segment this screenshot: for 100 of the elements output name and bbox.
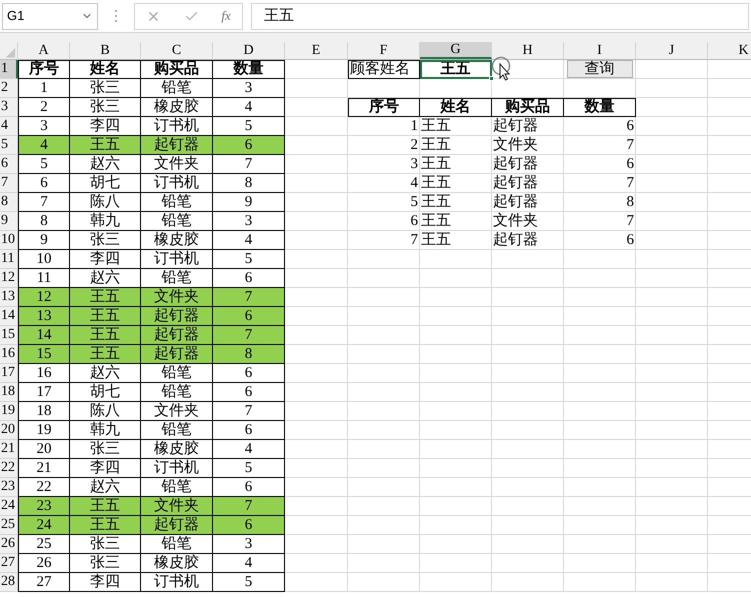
table-cell: 7	[564, 136, 636, 155]
column-header[interactable]: B	[70, 42, 141, 59]
table-cell: 5	[18, 155, 70, 174]
table-cell: 订书机	[141, 573, 213, 592]
row-header[interactable]: 11	[0, 250, 18, 269]
table-cell: 7	[348, 231, 420, 250]
table-cell: 2	[18, 98, 70, 117]
table-cell: 5	[348, 193, 420, 212]
table-cell: 王五	[420, 231, 492, 250]
table-cell: 文件夹	[492, 212, 564, 231]
table-cell: 3	[213, 212, 285, 231]
column-header[interactable]: J	[636, 42, 708, 59]
column-header[interactable]: G	[420, 42, 492, 59]
row-header[interactable]: 10	[0, 231, 18, 250]
table-cell: 橡皮胶	[141, 98, 213, 117]
table-cell: 21	[18, 459, 70, 478]
row-header[interactable]: 24	[0, 497, 18, 516]
table-cell: 购买品	[141, 60, 213, 79]
table-cell: 姓名	[420, 98, 492, 117]
name-box[interactable]: G1	[2, 2, 98, 30]
row-header[interactable]: 2	[0, 79, 18, 98]
table-cell: 张三	[70, 554, 141, 573]
row-header[interactable]: 9	[0, 212, 18, 231]
table-cell: 8	[213, 174, 285, 193]
table-cell: 7	[18, 193, 70, 212]
table-cell: 李四	[70, 573, 141, 592]
row-header[interactable]: 19	[0, 402, 18, 421]
row-header[interactable]: 7	[0, 174, 18, 193]
table-cell: 李四	[70, 459, 141, 478]
query-button[interactable]: 查询	[566, 60, 632, 78]
table-cell: 橡皮胶	[141, 440, 213, 459]
table-cell: 张三	[70, 440, 141, 459]
table-cell: 4	[213, 554, 285, 573]
table-cell: 王五	[420, 136, 492, 155]
table-cell: 27	[18, 573, 70, 592]
column-header[interactable]: C	[141, 42, 213, 59]
table-cell: 铅笔	[141, 535, 213, 554]
row-header[interactable]: 1	[0, 60, 18, 79]
table-cell: 3	[213, 535, 285, 554]
row-header[interactable]: 26	[0, 535, 18, 554]
table-cell: 订书机	[141, 174, 213, 193]
row-header[interactable]: 25	[0, 516, 18, 535]
table-cell: 文件夹	[141, 402, 213, 421]
column-header[interactable]: E	[285, 42, 348, 59]
table-cell: 铅笔	[141, 193, 213, 212]
table-cell: 7	[213, 326, 285, 345]
table-cell: 王五	[420, 212, 492, 231]
table-cell: 橡皮胶	[141, 231, 213, 250]
row-header[interactable]: 3	[0, 98, 18, 117]
table-cell: 王五	[420, 117, 492, 136]
table-cell: 起钉器	[141, 326, 213, 345]
row-header[interactable]: 21	[0, 440, 18, 459]
row-header[interactable]: 15	[0, 326, 18, 345]
insert-function-button[interactable]: fx	[221, 6, 231, 26]
table-cell: 序号	[348, 98, 420, 117]
table-cell: 王五	[420, 193, 492, 212]
table-cell: 胡七	[70, 383, 141, 402]
table-cell: 文件夹	[141, 288, 213, 307]
table-cell: 铅笔	[141, 212, 213, 231]
row-header[interactable]: 18	[0, 383, 18, 402]
row-header[interactable]: 17	[0, 364, 18, 383]
table-cell: 文件夹	[141, 497, 213, 516]
table-cell: 王五	[70, 345, 141, 364]
table-cell: 王五	[70, 288, 141, 307]
row-header[interactable]: 5	[0, 136, 18, 155]
table-cell: 18	[18, 402, 70, 421]
column-header[interactable]: I	[564, 42, 636, 59]
table-cell: 4	[18, 136, 70, 155]
row-header[interactable]: 12	[0, 269, 18, 288]
table-cell: 铅笔	[141, 383, 213, 402]
table-cell: 23	[18, 497, 70, 516]
row-header[interactable]: 28	[0, 573, 18, 592]
row-header[interactable]: 20	[0, 421, 18, 440]
table-cell: 橡皮胶	[141, 554, 213, 573]
row-header[interactable]: 6	[0, 155, 18, 174]
table-cell: 3	[348, 155, 420, 174]
table-cell: 17	[18, 383, 70, 402]
table-cell: 赵六	[70, 364, 141, 383]
formula-field[interactable]: 王五	[251, 2, 749, 30]
row-header[interactable]: 8	[0, 193, 18, 212]
column-header[interactable]: H	[492, 42, 564, 59]
table-cell: 6	[348, 212, 420, 231]
row-header[interactable]: 4	[0, 117, 18, 136]
column-header[interactable]: D	[213, 42, 285, 59]
row-header[interactable]: 16	[0, 345, 18, 364]
column-header[interactable]: K	[708, 42, 751, 59]
table-cell: 9	[213, 193, 285, 212]
row-header[interactable]: 27	[0, 554, 18, 573]
table-cell: 10	[18, 250, 70, 269]
table-cell: 4	[213, 98, 285, 117]
row-header[interactable]: 13	[0, 288, 18, 307]
table-cell: 王五	[70, 326, 141, 345]
row-header[interactable]: 22	[0, 459, 18, 478]
table-cell: 20	[18, 440, 70, 459]
table-cell: 19	[18, 421, 70, 440]
row-header[interactable]: 23	[0, 478, 18, 497]
table-cell: 5	[213, 250, 285, 269]
row-header[interactable]: 14	[0, 307, 18, 326]
table-cell: 24	[18, 516, 70, 535]
column-header[interactable]: A	[18, 42, 70, 59]
